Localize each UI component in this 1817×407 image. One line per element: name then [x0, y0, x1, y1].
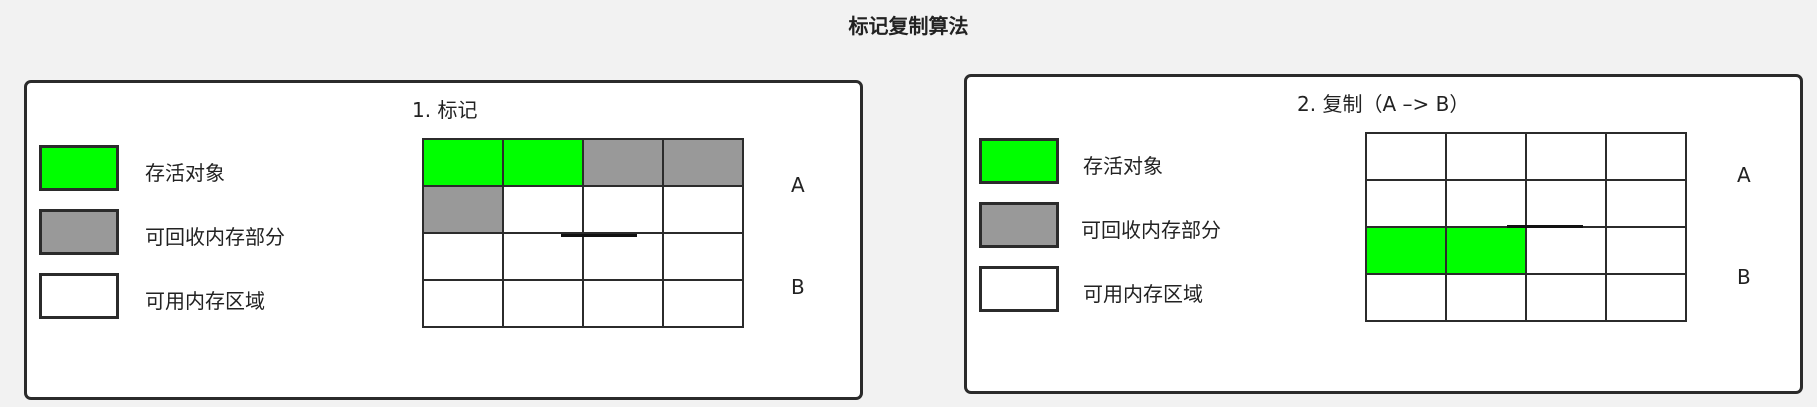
- legend-label-live: 存活对象: [145, 161, 225, 185]
- memory-cell-live: [503, 139, 583, 186]
- memory-cell-free: [1606, 227, 1686, 274]
- panel-title: 1. 标记: [412, 98, 478, 122]
- legend-swatch-live: [979, 138, 1059, 184]
- legend-swatch-reclaimable: [39, 209, 119, 255]
- memory-cell-free: [1606, 180, 1686, 227]
- panel-copy: 2. 复制（A –> B） 存活对象 可回收内存部分 可用内存区域 A B: [964, 74, 1803, 394]
- memory-cell-free: [1526, 274, 1606, 321]
- memory-cell-live: [1446, 227, 1526, 274]
- diagram-title: 标记复制算法: [848, 14, 969, 38]
- memory-cell-free: [1526, 180, 1606, 227]
- memory-cell-free: [1366, 180, 1446, 227]
- legend-swatch-reclaimable: [979, 202, 1059, 248]
- memory-cell-free: [423, 280, 503, 327]
- memory-cell-free: [423, 233, 503, 280]
- region-label-b: B: [1737, 265, 1751, 289]
- memory-cell-free: [1526, 227, 1606, 274]
- memory-cell-free: [1446, 180, 1526, 227]
- region-label-a: A: [1737, 163, 1751, 187]
- memory-cell-free: [663, 186, 743, 233]
- memory-cell-free: [1366, 133, 1446, 180]
- memory-cell-reclaimable: [663, 139, 743, 186]
- region-label-b: B: [791, 275, 805, 299]
- memory-cell-free: [1366, 274, 1446, 321]
- legend-swatch-live: [39, 145, 119, 191]
- memory-cell-free: [583, 186, 663, 233]
- region-label-a: A: [791, 173, 805, 197]
- memory-cell-free: [1606, 274, 1686, 321]
- legend-label-reclaimable: 可回收内存部分: [145, 225, 285, 249]
- memory-cell-free: [1606, 133, 1686, 180]
- memory-grid: [422, 138, 744, 328]
- memory-cell-free: [503, 186, 583, 233]
- legend-label-live: 存活对象: [1083, 154, 1163, 178]
- memory-cell-free: [583, 280, 663, 327]
- region-divider: [1507, 225, 1583, 228]
- memory-cell-live: [1366, 227, 1446, 274]
- legend-label-free: 可用内存区域: [1083, 282, 1203, 306]
- memory-cell-reclaimable: [583, 139, 663, 186]
- panel-mark: 1. 标记 存活对象 可回收内存部分 可用内存区域 A B: [24, 80, 863, 400]
- legend-label-reclaimable: 可回收内存部分: [1081, 218, 1221, 242]
- memory-cell-free: [1526, 133, 1606, 180]
- legend-label-free: 可用内存区域: [145, 289, 265, 313]
- memory-cell-free: [1446, 274, 1526, 321]
- panel-title: 2. 复制（A –> B）: [1297, 92, 1470, 116]
- region-divider: [561, 234, 637, 237]
- memory-cell-live: [423, 139, 503, 186]
- memory-cell-free: [503, 280, 583, 327]
- memory-cell-free: [503, 233, 583, 280]
- legend-swatch-free: [39, 273, 119, 319]
- legend-swatch-free: [979, 266, 1059, 312]
- memory-cell-free: [1446, 133, 1526, 180]
- memory-cell-free: [663, 233, 743, 280]
- memory-cell-free: [663, 280, 743, 327]
- memory-cell-free: [583, 233, 663, 280]
- memory-cell-reclaimable: [423, 186, 503, 233]
